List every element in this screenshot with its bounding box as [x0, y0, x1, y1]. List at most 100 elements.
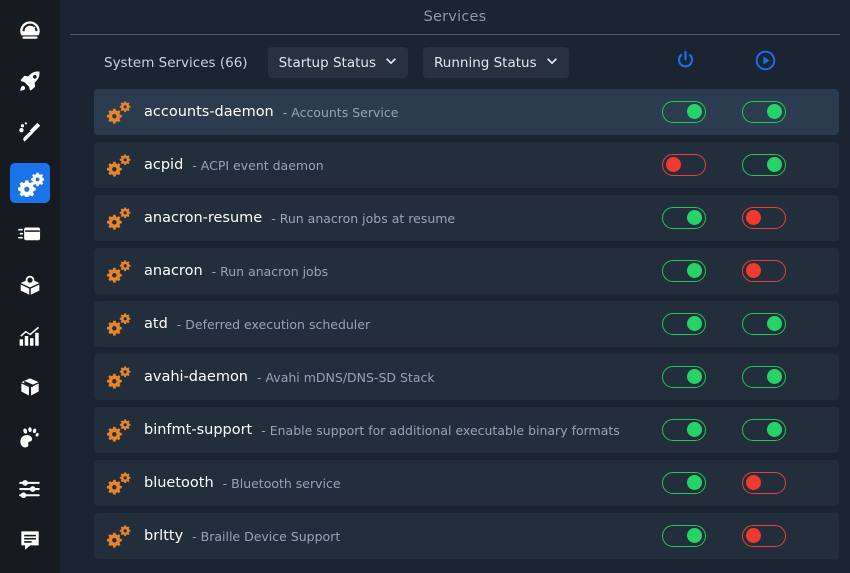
- sidebar: [0, 0, 60, 573]
- startup-toggle-cell: [662, 89, 706, 135]
- power-icon: [674, 49, 697, 76]
- service-description: - Run anacron jobs at resume: [271, 211, 455, 226]
- toggle-knob: [746, 263, 761, 278]
- service-name: accounts-daemon: [144, 104, 274, 120]
- running-status-dropdown[interactable]: Running Status: [423, 47, 569, 78]
- sidebar-item-privacy[interactable]: [10, 265, 50, 305]
- running-toggle-cell: [742, 460, 786, 506]
- power-button[interactable]: [672, 50, 698, 76]
- running-toggle[interactable]: [742, 313, 786, 335]
- sidebar-item-dashboard[interactable]: [10, 10, 50, 50]
- running-toggle-cell: [742, 195, 786, 241]
- sidebar-item-services[interactable]: [10, 163, 50, 203]
- main-panel: Services System Services (66) Startup St…: [60, 0, 850, 573]
- table-row[interactable]: atd- Deferred execution scheduler: [94, 301, 839, 347]
- table-row[interactable]: acpid- ACPI event daemon: [94, 142, 839, 188]
- toggle-knob: [687, 422, 702, 437]
- toggle-knob: [767, 104, 782, 119]
- services-window: Services System Services (66) Startup St…: [0, 0, 850, 573]
- running-toggle-cell: [742, 89, 786, 135]
- startup-status-dropdown[interactable]: Startup Status: [268, 47, 408, 78]
- startup-toggle[interactable]: [662, 472, 706, 494]
- chevron-down-icon: [385, 57, 397, 68]
- startup-toggle[interactable]: [662, 154, 706, 176]
- running-toggle[interactable]: [742, 419, 786, 441]
- startup-toggle[interactable]: [662, 101, 706, 123]
- service-gears-icon: [106, 258, 132, 284]
- startup-toggle-cell: [662, 195, 706, 241]
- running-toggle[interactable]: [742, 154, 786, 176]
- sidebar-item-monitor[interactable]: [10, 316, 50, 356]
- services-list[interactable]: accounts-daemon- Accounts Service acpid- …: [94, 89, 839, 573]
- gnome-foot-icon: [17, 425, 43, 451]
- service-description: - ACPI event daemon: [192, 158, 323, 173]
- toolbar: System Services (66) Startup Status Runn…: [60, 35, 850, 90]
- running-toggle-cell: [742, 248, 786, 294]
- service-gears-icon: [106, 152, 132, 178]
- broom-icon: [17, 119, 43, 145]
- toggle-knob: [767, 157, 782, 172]
- box-lock-icon: [17, 272, 43, 298]
- gears-icon: [17, 170, 44, 197]
- package-icon: [17, 374, 43, 400]
- table-row[interactable]: accounts-daemon- Accounts Service: [94, 89, 839, 135]
- service-gears-icon: [106, 417, 132, 443]
- toggle-knob: [767, 369, 782, 384]
- sidebar-item-packages[interactable]: [10, 367, 50, 407]
- running-toggle[interactable]: [742, 366, 786, 388]
- startup-toggle[interactable]: [662, 207, 706, 229]
- rocket-icon: [17, 68, 43, 94]
- table-row[interactable]: avahi-daemon- Avahi mDNS/DNS-SD Stack: [94, 354, 839, 400]
- running-toggle[interactable]: [742, 472, 786, 494]
- service-name: atd: [144, 316, 168, 332]
- chevron-down-icon: [546, 57, 558, 68]
- running-toggle-cell: [742, 354, 786, 400]
- table-row[interactable]: brltty- Braille Device Support: [94, 513, 839, 559]
- startup-toggle[interactable]: [662, 260, 706, 282]
- startup-toggle[interactable]: [662, 313, 706, 335]
- sidebar-item-gnome[interactable]: [10, 418, 50, 458]
- startup-toggle-cell: [662, 407, 706, 453]
- startup-toggle[interactable]: [662, 366, 706, 388]
- running-toggle-cell: [742, 142, 786, 188]
- table-row[interactable]: bluetooth- Bluetooth service: [94, 460, 839, 506]
- running-toggle-cell: [742, 513, 786, 559]
- titlebar: Services: [60, 0, 850, 34]
- play-button[interactable]: [752, 50, 778, 76]
- table-row[interactable]: anacron-resume- Run anacron jobs at resu…: [94, 195, 839, 241]
- table-row[interactable]: binfmt-support- Enable support for addit…: [94, 407, 839, 453]
- service-gears-icon: [106, 364, 132, 390]
- service-name: anacron: [144, 263, 203, 279]
- service-gears-icon: [106, 523, 132, 549]
- running-toggle-cell: [742, 407, 786, 453]
- bar-chart-icon: [17, 323, 43, 349]
- message-icon: [17, 527, 43, 553]
- service-gears-icon: [106, 311, 132, 337]
- service-name: brltty: [144, 528, 183, 544]
- service-name: binfmt-support: [144, 422, 252, 438]
- sidebar-item-tweaks[interactable]: [10, 469, 50, 509]
- sidebar-item-startup[interactable]: [10, 214, 50, 254]
- running-toggle[interactable]: [742, 207, 786, 229]
- startup-toggle-cell: [662, 248, 706, 294]
- startup-toggle[interactable]: [662, 419, 706, 441]
- sidebar-item-cleaner[interactable]: [10, 112, 50, 152]
- table-row[interactable]: anacron- Run anacron jobs: [94, 248, 839, 294]
- running-toggle[interactable]: [742, 260, 786, 282]
- toggle-knob: [687, 475, 702, 490]
- service-description: - Avahi mDNS/DNS-SD Stack: [257, 370, 435, 385]
- sidebar-item-feedback[interactable]: [10, 520, 50, 560]
- startup-toggle[interactable]: [662, 525, 706, 547]
- page-title: Services: [424, 9, 487, 25]
- startup-toggle-cell: [662, 513, 706, 559]
- running-toggle[interactable]: [742, 101, 786, 123]
- sidebar-item-boost[interactable]: [10, 61, 50, 101]
- running-toggle-cell: [742, 301, 786, 347]
- startup-toggle-cell: [662, 301, 706, 347]
- service-name: bluetooth: [144, 475, 214, 491]
- service-gears-icon: [106, 470, 132, 496]
- running-toggle[interactable]: [742, 525, 786, 547]
- service-gears-icon: [106, 99, 132, 125]
- toggle-knob: [746, 475, 761, 490]
- toggle-knob: [687, 528, 702, 543]
